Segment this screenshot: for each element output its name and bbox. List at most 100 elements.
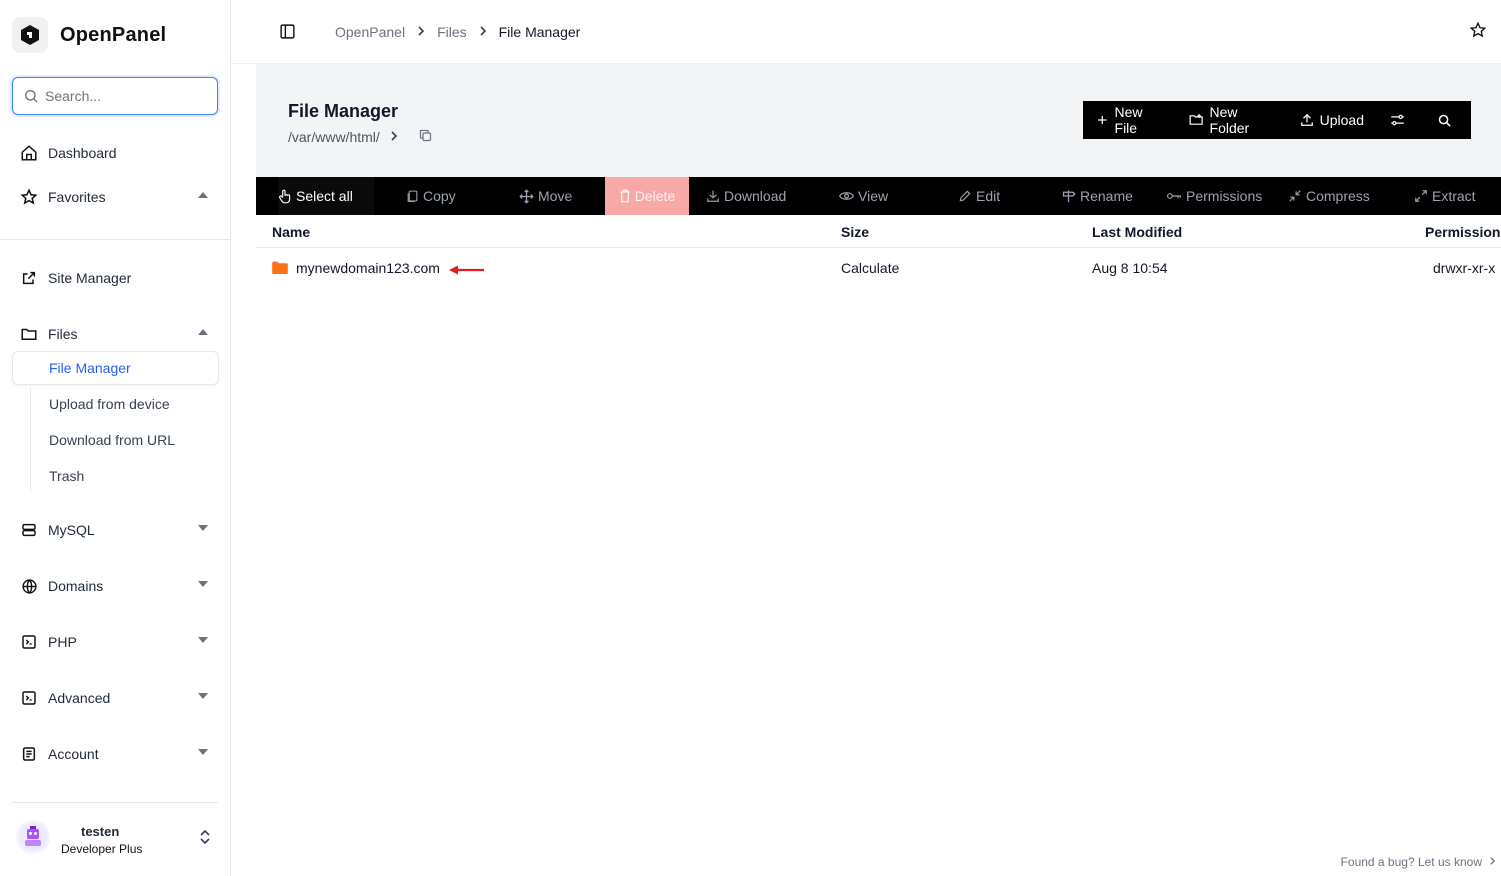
sidebar-item-site-manager[interactable]: Site Manager: [20, 269, 210, 287]
compress-label: Compress: [1306, 188, 1370, 204]
column-header-last-modified[interactable]: Last Modified: [1092, 224, 1182, 240]
user-name: testen: [81, 824, 120, 839]
sidebar-item-account[interactable]: Account: [20, 745, 210, 763]
user-plan: Developer Plus: [61, 842, 143, 856]
avatar: [16, 820, 50, 854]
chevron-right-icon: [417, 24, 425, 40]
file-permissions[interactable]: drwxr-xr-x: [1433, 260, 1495, 276]
copy-path-icon[interactable]: [418, 128, 433, 146]
eye-icon: [839, 192, 854, 200]
chevron-right-icon: [479, 24, 487, 40]
search-box[interactable]: [12, 77, 218, 115]
compress-button[interactable]: Compress: [1288, 177, 1370, 215]
top-bar: OpenPanel Files File Manager: [231, 0, 1501, 64]
folder-plus-icon: [1189, 114, 1203, 125]
new-folder-label: New Folder: [1209, 104, 1250, 136]
view-button[interactable]: View: [839, 177, 888, 215]
caret-down-icon[interactable]: [198, 693, 208, 699]
upload-icon: [1300, 113, 1313, 126]
sidebar-subitem-file-manager[interactable]: File Manager: [49, 360, 131, 376]
user-menu[interactable]: testen Developer Plus: [16, 820, 216, 856]
sidebar-subitem-upload-from-device[interactable]: Upload from device: [49, 396, 170, 412]
file-name[interactable]: mynewdomain123.com: [296, 260, 440, 276]
select-all-button[interactable]: Select all: [278, 177, 374, 215]
search-files-button[interactable]: [1424, 101, 1471, 139]
terminal-icon: [20, 633, 38, 651]
sidebar-item-domains[interactable]: Domains: [20, 577, 210, 595]
caret-down-icon[interactable]: [198, 525, 208, 531]
sidebar-item-php[interactable]: PHP: [20, 633, 210, 651]
move-button[interactable]: Move: [519, 177, 572, 215]
favorite-star-icon[interactable]: [1469, 21, 1487, 44]
column-header-size[interactable]: Size: [841, 224, 869, 240]
sidebar-item-label: Site Manager: [48, 270, 132, 286]
file-size-calculate[interactable]: Calculate: [841, 260, 899, 276]
trash-icon: [620, 189, 630, 203]
caret-down-icon[interactable]: [198, 637, 208, 643]
extract-button[interactable]: Extract: [1414, 177, 1476, 215]
download-label: Download: [724, 188, 787, 204]
rename-button[interactable]: Rename: [1061, 177, 1133, 215]
logo[interactable]: OpenPanel: [12, 17, 166, 53]
sidebar-item-label: Dashboard: [48, 145, 117, 161]
new-folder-button[interactable]: New Folder: [1176, 101, 1286, 139]
path-text: /var/www/html/: [288, 129, 380, 145]
red-arrow-annotation-icon: [448, 263, 486, 281]
sidebar-item-label: Advanced: [48, 690, 111, 706]
move-label: Move: [538, 188, 573, 204]
rename-label: Rename: [1080, 188, 1133, 204]
sliders-icon: [1391, 114, 1404, 126]
chevron-right-icon[interactable]: [390, 129, 398, 145]
bug-report-link[interactable]: Found a bug? Let us know: [1341, 855, 1496, 869]
upload-label: Upload: [1319, 112, 1364, 128]
plus-icon: [1098, 115, 1107, 125]
document-icon: [20, 745, 38, 763]
chevron-up-down-icon[interactable]: [199, 829, 211, 850]
new-file-button[interactable]: New File: [1083, 101, 1176, 139]
column-header-permissions[interactable]: Permissions: [1425, 224, 1501, 240]
upload-button[interactable]: Upload: [1287, 101, 1377, 139]
breadcrumb-item-files[interactable]: Files: [437, 24, 467, 40]
breadcrumb-item-openpanel[interactable]: OpenPanel: [335, 24, 405, 40]
app-name: OpenPanel: [60, 23, 167, 46]
pencil-icon: [959, 190, 971, 202]
sidebar-toggle-icon[interactable]: [279, 23, 296, 45]
caret-up-icon[interactable]: [198, 192, 208, 198]
sidebar-item-mysql[interactable]: MySQL: [20, 521, 210, 539]
move-icon: [519, 188, 534, 204]
search-input[interactable]: [45, 88, 195, 104]
permissions-button[interactable]: Permissions: [1167, 177, 1262, 215]
search-icon: [1438, 114, 1451, 127]
sidebar: OpenPanel Dashboard Favorites Site Manag…: [0, 0, 231, 876]
sidebar-item-label: Favorites: [48, 189, 106, 205]
caret-down-icon[interactable]: [198, 749, 208, 755]
filter-button[interactable]: [1377, 101, 1424, 139]
globe-icon: [20, 577, 38, 595]
expand-icon: [1415, 190, 1427, 202]
sidebar-subitem-trash[interactable]: Trash: [49, 468, 84, 484]
sidebar-item-advanced[interactable]: Advanced: [20, 689, 210, 707]
divider: [0, 239, 230, 240]
view-label: View: [858, 188, 889, 204]
delete-button[interactable]: Delete: [605, 177, 689, 215]
folder-icon: [272, 261, 288, 279]
file-last-modified: Aug 8 10:54: [1092, 260, 1168, 276]
search-icon: [25, 90, 38, 103]
column-header-name[interactable]: Name: [272, 224, 310, 240]
copy-label: Copy: [423, 188, 456, 204]
download-button[interactable]: Download: [706, 177, 786, 215]
chevron-right-icon: [1489, 855, 1496, 869]
edit-button[interactable]: Edit: [958, 177, 1000, 215]
copy-button[interactable]: Copy: [406, 177, 456, 215]
selection-toolbar: Select all Copy Move Delete Download Vie…: [256, 177, 1501, 215]
caret-down-icon[interactable]: [198, 581, 208, 587]
sidebar-item-label: MySQL: [48, 522, 95, 538]
sidebar-item-files[interactable]: Files: [20, 325, 210, 343]
sidebar-subitem-download-from-url[interactable]: Download from URL: [49, 432, 175, 448]
folder-icon: [20, 325, 38, 343]
home-icon: [20, 144, 38, 162]
sidebar-item-dashboard[interactable]: Dashboard: [20, 144, 210, 162]
sidebar-item-favorites[interactable]: Favorites: [20, 188, 210, 206]
sidebar-item-label: Domains: [48, 578, 104, 594]
caret-up-icon[interactable]: [198, 329, 208, 335]
